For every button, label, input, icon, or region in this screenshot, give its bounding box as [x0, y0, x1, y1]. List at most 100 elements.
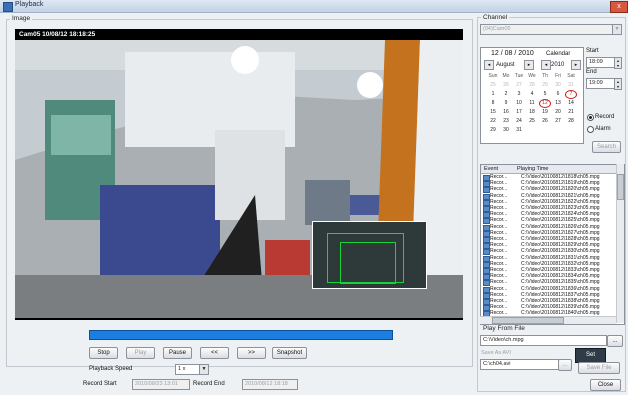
channel-select[interactable]: (04)Cam05 ▼ [480, 24, 622, 35]
start-time-field[interactable]: 18:09 [586, 57, 615, 68]
calendar-day[interactable]: 17 [513, 108, 525, 116]
calendar-day[interactable]: 18 [526, 108, 538, 116]
play-file-path[interactable]: C:\Video\ch.mpg [480, 335, 607, 346]
prev-year-icon[interactable]: ◂ [541, 60, 551, 70]
calendar-day[interactable]: 7 [565, 90, 577, 99]
playback-speed-select[interactable]: 1 x ▼ [175, 364, 209, 375]
prev-month-icon[interactable]: ◂ [484, 60, 494, 70]
calendar-day[interactable]: 22 [487, 117, 499, 125]
calendar-year: 2010 [551, 62, 565, 68]
calendar-weekday: We [528, 73, 536, 79]
event-list-vertical-scrollbar[interactable] [616, 164, 624, 323]
calendar-day[interactable]: 19 [539, 108, 551, 116]
event-list[interactable]: Event Playing Time Recor... C:\Video\2010… [480, 164, 625, 325]
calendar-day[interactable]: 26 [500, 81, 512, 89]
calendar-day[interactable]: 27 [513, 81, 525, 89]
playback-progress-bar[interactable] [89, 330, 393, 340]
save-as-label: Save As AVI [481, 350, 511, 356]
calendar-day[interactable] [526, 126, 538, 134]
calendar-day[interactable]: 13 [552, 99, 564, 107]
calendar-day[interactable]: 23 [500, 117, 512, 125]
calendar-day[interactable]: 30 [500, 126, 512, 134]
playback-speed-value: 1 x [178, 366, 186, 372]
calendar-day[interactable]: 28 [565, 117, 577, 125]
calendar-day[interactable]: 25 [526, 117, 538, 125]
start-time-spinner[interactable]: ▴ ▾ [614, 57, 622, 69]
calendar-day[interactable]: 24 [513, 117, 525, 125]
search-button[interactable]: Search [592, 141, 621, 153]
calendar-day[interactable]: 26 [539, 117, 551, 125]
calendar-day[interactable]: 30 [552, 81, 564, 89]
alarm-radio-label: Alarm [595, 126, 611, 132]
record-radio[interactable] [587, 114, 594, 121]
play-file-browse-button[interactable]: ... [607, 335, 623, 347]
calendar-day[interactable]: 31 [565, 81, 577, 89]
calendar-day[interactable]: 5 [539, 90, 551, 98]
stop-button[interactable]: Stop [89, 347, 118, 359]
calendar-day[interactable]: 11 [526, 99, 538, 107]
record-end-field: 2010/08/12 18:18 [242, 379, 298, 390]
calendar-button[interactable]: Calendar [546, 51, 570, 57]
calendar-day[interactable]: 6 [552, 90, 564, 98]
calendar-day[interactable]: 4 [526, 90, 538, 98]
calendar-day[interactable]: 1 [487, 90, 499, 98]
save-file-browse-button[interactable]: ... [558, 359, 572, 371]
start-label: Start [586, 48, 599, 54]
calendar-day[interactable]: 25 [487, 81, 499, 89]
calendar-day[interactable]: 2 [500, 90, 512, 98]
calendar-day[interactable]: 21 [565, 108, 577, 116]
calendar-weekday: Sun [488, 73, 498, 79]
close-button[interactable]: Close [590, 379, 621, 391]
next-year-icon[interactable]: ▸ [571, 60, 581, 70]
end-time-spinner[interactable]: ▴ ▾ [614, 78, 622, 90]
calendar-day[interactable] [539, 126, 551, 134]
pause-button[interactable]: Pause [163, 347, 192, 359]
next-month-icon[interactable]: ▸ [524, 60, 534, 70]
app-icon [3, 2, 13, 12]
calendar-weekday: Tue [514, 73, 524, 79]
calendar-day[interactable]: 12 [539, 99, 551, 108]
channel-value: (04)Cam05 [483, 26, 511, 32]
calendar-day[interactable]: 27 [552, 117, 564, 125]
calendar-day[interactable]: 31 [513, 126, 525, 134]
calendar-day[interactable]: 15 [487, 108, 499, 116]
calendar-day[interactable]: 10 [513, 99, 525, 107]
video-viewport[interactable]: Cam05 10/08/12 18:18:25 [15, 29, 463, 320]
calendar-month: August [496, 62, 515, 68]
calendar-day[interactable]: 28 [526, 81, 538, 89]
title-bar: Playback x [0, 0, 628, 13]
event-list-horizontal-scrollbar[interactable] [480, 316, 616, 324]
record-radio-label: Record [595, 114, 615, 120]
calendar-day[interactable]: 8 [487, 99, 499, 107]
snapshot-button[interactable]: Snapshot [272, 347, 307, 359]
save-file-button[interactable]: Save File [578, 362, 620, 374]
event-list-header: Event Playing Time [481, 165, 624, 174]
calendar-day[interactable]: 29 [539, 81, 551, 89]
save-file-path[interactable]: C:\ch04.avi [480, 359, 559, 370]
col-playing-time[interactable]: Playing Time [517, 166, 549, 172]
play-button[interactable]: Play [126, 347, 155, 359]
motion-detection-overlay [312, 221, 427, 289]
calendar-day[interactable]: 3 [513, 90, 525, 98]
forward-button[interactable]: >> [237, 347, 266, 359]
close-window-button[interactable]: x [610, 1, 628, 13]
set-button[interactable]: Set [575, 348, 606, 363]
vertical-scroll-thumb[interactable] [617, 174, 624, 200]
chevron-down-icon: ▼ [612, 25, 621, 34]
alarm-radio[interactable] [587, 126, 594, 133]
calendar-day[interactable]: 9 [500, 99, 512, 107]
calendar-day[interactable]: 16 [500, 108, 512, 116]
calendar-day[interactable]: 20 [552, 108, 564, 116]
calendar-day[interactable]: 14 [565, 99, 577, 107]
calendar-day[interactable]: 29 [487, 126, 499, 134]
calendar-day[interactable] [565, 126, 577, 134]
end-time-field[interactable]: 19:09 [586, 78, 615, 89]
col-event[interactable]: Event [484, 166, 498, 172]
calendar-widget[interactable]: 12 / 08 / 2010 Calendar ◂ August ▸ ◂ 201… [480, 47, 584, 144]
horizontal-scroll-thumb[interactable] [492, 317, 564, 324]
calendar-day[interactable] [552, 126, 564, 134]
rewind-button[interactable]: << [200, 347, 229, 359]
play-from-file-label: Play From File [481, 325, 527, 332]
image-group-label: Image [10, 15, 33, 22]
video-osd-timestamp: Cam05 10/08/12 18:18:25 [19, 31, 96, 38]
